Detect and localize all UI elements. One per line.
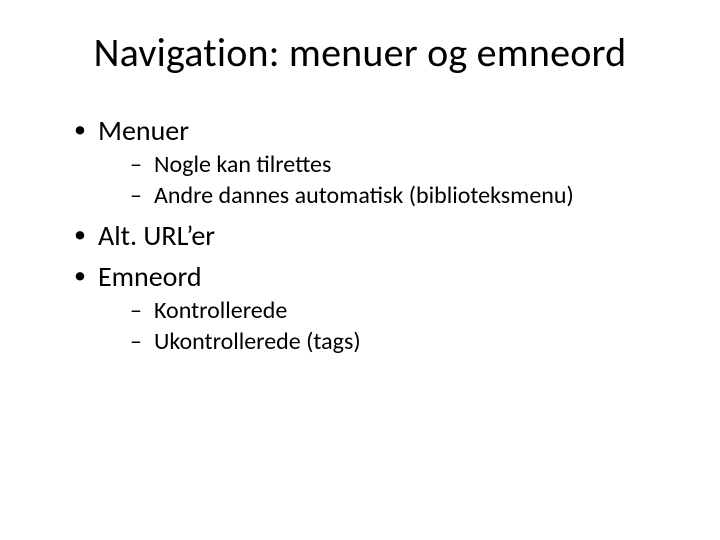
list-item-label: Alt. URL’er xyxy=(98,218,215,253)
list-item-label: Andre dannes automatisk (biblioteksmenu) xyxy=(154,181,574,210)
list-item: Andre dannes automatisk (biblioteksmenu) xyxy=(130,181,660,210)
list-item: Nogle kan tilrettes xyxy=(130,150,660,179)
list-item: Kontrollerede xyxy=(130,296,660,325)
sub-list: Kontrollerede Ukontrollerede (tags) xyxy=(98,296,660,356)
list-item: Alt. URL’er xyxy=(68,218,660,253)
sub-list: Nogle kan tilrettes Andre dannes automat… xyxy=(98,150,660,210)
list-item-label: Emneord xyxy=(98,259,202,294)
list-item-label: Kontrollerede xyxy=(154,296,287,325)
list-item: Menuer Nogle kan tilrettes Andre dannes … xyxy=(68,113,660,210)
list-item: Emneord Kontrollerede Ukontrollerede (ta… xyxy=(68,259,660,356)
slide-title: Navigation: menuer og emneord xyxy=(60,28,660,77)
list-item: Ukontrollerede (tags) xyxy=(130,327,660,356)
bullet-list: Menuer Nogle kan tilrettes Andre dannes … xyxy=(60,113,660,356)
list-item-label: Menuer xyxy=(98,113,189,148)
list-item-label: Nogle kan tilrettes xyxy=(154,150,331,179)
list-item-label: Ukontrollerede (tags) xyxy=(154,327,361,356)
